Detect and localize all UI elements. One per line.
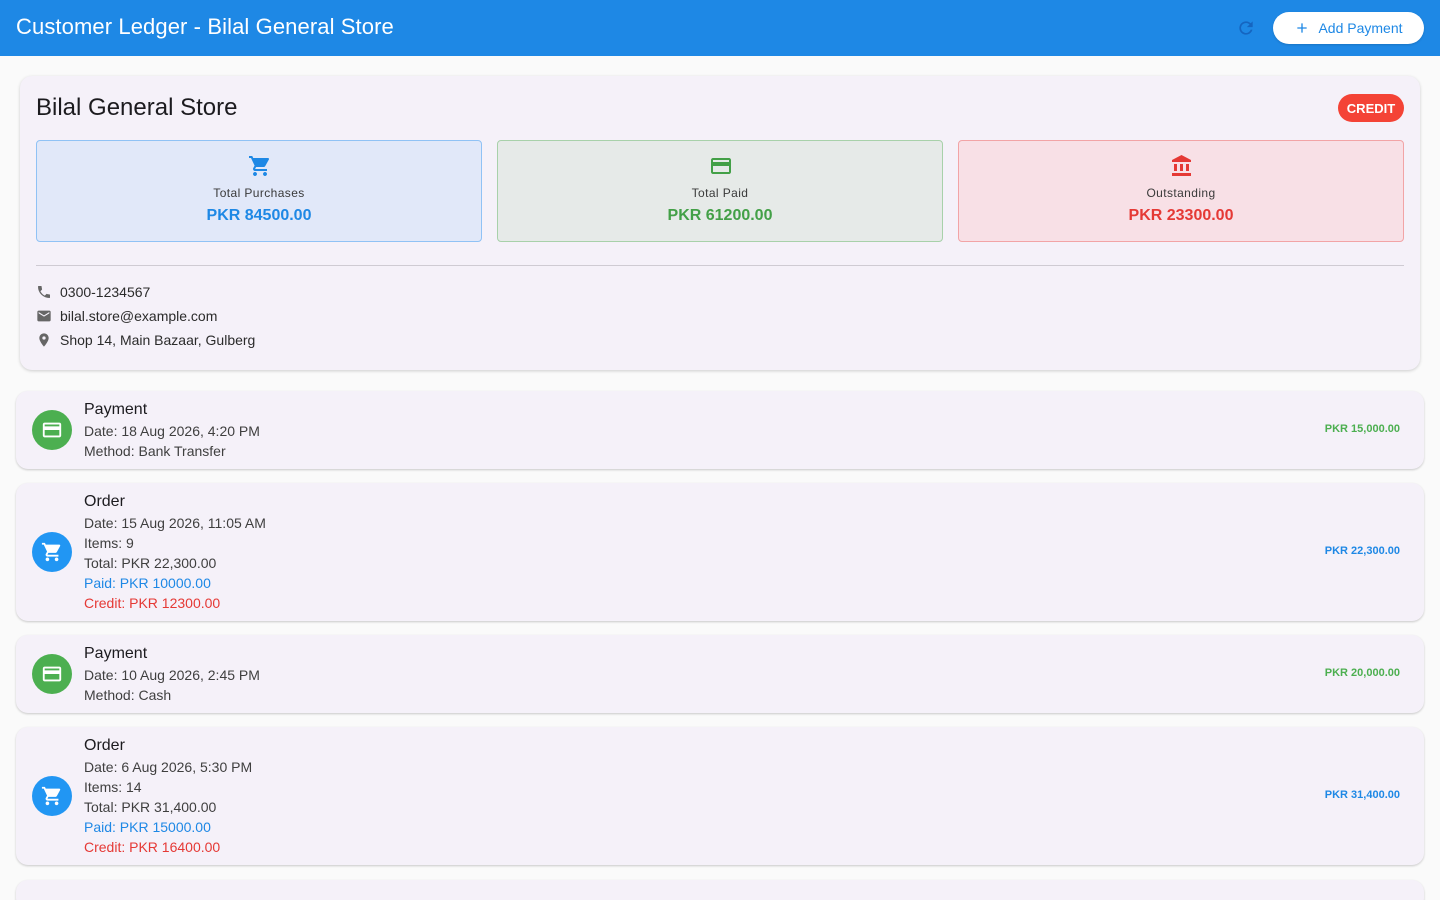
customer-name: Bilal General Store (36, 94, 238, 121)
transaction-type: Payment (84, 401, 148, 418)
address-text: Shop 14, Main Bazaar, Gulberg (60, 332, 256, 348)
phone-icon (38, 286, 50, 298)
total-purchases-box: Total Purchases PKR 84500.00 (36, 140, 482, 242)
transaction-amount: PKR 31,400.00 (1324, 789, 1400, 801)
transaction-total: Total: PKR 31,400.00 (84, 799, 217, 815)
outstanding-label: Outstanding (1146, 186, 1216, 200)
divider (36, 265, 1404, 266)
transaction-method: Method: Bank Transfer (84, 443, 226, 459)
payment-avatar (32, 654, 72, 694)
outstanding-box: Outstanding PKR 23300.00 (958, 140, 1404, 242)
transaction-type: Order (84, 493, 125, 510)
credit-card-icon (42, 422, 62, 438)
bank-icon (1172, 155, 1191, 176)
order-avatar (32, 532, 72, 572)
transaction-card[interactable]: Payment Date: 10 Aug 2026, 2:45 PM Metho… (16, 635, 1424, 713)
credit-card-icon (42, 666, 62, 682)
total-paid-value: PKR 61200.00 (667, 207, 773, 224)
transaction-amount: PKR 20,000.00 (1324, 667, 1400, 679)
transaction-date: Date: 15 Aug 2026, 11:05 AM (84, 515, 266, 531)
transaction-credit: Credit: PKR 12300.00 (84, 595, 221, 611)
transaction-total: Total: PKR 22,300.00 (84, 555, 217, 571)
transaction-card[interactable]: Order Date: 6 Aug 2026, 5:30 PM Items: 1… (16, 727, 1424, 865)
phone-text: 0300-1234567 (60, 284, 151, 300)
contact-phone: 0300-1234567 (36, 282, 150, 302)
add-payment-label: Add Payment (1318, 20, 1403, 36)
transaction-date: Date: 10 Aug 2026, 2:45 PM (84, 667, 260, 683)
total-paid-label: Total Paid (691, 186, 749, 200)
transaction-credit: Credit: PKR 16400.00 (84, 839, 221, 855)
transaction-method: Method: Cash (84, 687, 172, 703)
add-payment-button[interactable]: Add Payment (1273, 12, 1424, 44)
outstanding-value: PKR 23300.00 (1128, 207, 1234, 224)
contact-address: Shop 14, Main Bazaar, Gulberg (36, 330, 255, 350)
page-title: Customer Ledger - Bilal General Store (16, 14, 394, 39)
app-bar: Customer Ledger - Bilal General Store Ad… (0, 0, 1440, 56)
status-badge: CREDIT (1338, 94, 1404, 122)
credit-card-icon (711, 158, 731, 174)
payment-avatar (32, 410, 72, 450)
transaction-paid: Paid: PKR 15000.00 (84, 819, 211, 835)
total-purchases-label: Total Purchases (213, 186, 305, 200)
transaction-amount: PKR 15,000.00 (1324, 423, 1400, 435)
transaction-date: Date: 6 Aug 2026, 5:30 PM (84, 759, 253, 775)
order-avatar (32, 776, 72, 816)
refresh-button[interactable] (1232, 14, 1260, 42)
customer-summary-card: Bilal General Store CREDIT Total Purchas… (20, 76, 1420, 370)
transaction-date: Date: 18 Aug 2026, 4:20 PM (84, 423, 260, 439)
transaction-card[interactable] (16, 880, 1424, 900)
transaction-paid: Paid: PKR 10000.00 (84, 575, 211, 591)
transaction-items: Items: 14 (84, 779, 142, 795)
email-icon (37, 310, 51, 322)
transaction-items: Items: 9 (84, 535, 134, 551)
transaction-card[interactable]: Payment Date: 18 Aug 2026, 4:20 PM Metho… (16, 391, 1424, 469)
refresh-icon (1239, 21, 1253, 35)
total-purchases-value: PKR 84500.00 (206, 207, 312, 224)
total-paid-box: Total Paid PKR 61200.00 (497, 140, 943, 242)
cart-icon (41, 542, 61, 562)
cart-icon (249, 156, 270, 176)
transaction-type: Order (84, 737, 125, 754)
location-pin-icon (39, 333, 49, 347)
transaction-type: Payment (84, 645, 148, 662)
cart-icon (41, 786, 61, 806)
plus-icon (1297, 23, 1308, 33)
email-text: bilal.store@example.com (60, 308, 218, 324)
transaction-amount: PKR 22,300.00 (1324, 545, 1400, 557)
contact-email: bilal.store@example.com (36, 306, 217, 326)
transaction-card[interactable]: Order Date: 15 Aug 2026, 11:05 AM Items:… (16, 483, 1424, 621)
